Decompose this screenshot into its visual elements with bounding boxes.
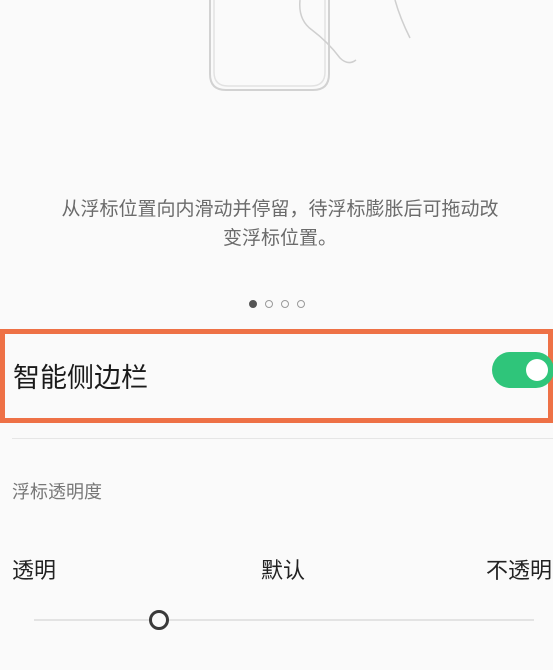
- opacity-slider-track[interactable]: [34, 619, 534, 621]
- page-dot-3[interactable]: [280, 300, 289, 308]
- page-indicator[interactable]: [0, 298, 553, 312]
- phone-hand-illustration: [209, 0, 411, 91]
- tutorial-description-line-2: 变浮标位置。: [222, 227, 337, 249]
- opacity-label-default: 默认: [261, 559, 306, 584]
- opacity-label-transparent: 透明: [12, 559, 57, 584]
- toggle-knob: [526, 359, 548, 381]
- tutorial-description: 从浮标位置向内滑动并停留，待浮标膨胀后可拖动改 变浮标位置。: [30, 195, 530, 253]
- opacity-label-opaque: 不透明: [486, 559, 553, 584]
- page-dot-2[interactable]: [264, 300, 273, 308]
- smart-sidebar-toggle[interactable]: [492, 352, 553, 388]
- float-opacity-title: 浮标透明度: [12, 482, 102, 503]
- opacity-slider-thumb[interactable]: [149, 610, 169, 630]
- divider: [12, 438, 553, 439]
- smart-sidebar-row[interactable]: 智能侧边栏: [0, 329, 553, 423]
- smart-sidebar-label: 智能侧边栏: [13, 363, 148, 394]
- tutorial-description-line-1: 从浮标位置向内滑动并停留，待浮标膨胀后可拖动改: [61, 198, 499, 220]
- page-dot-1[interactable]: [248, 300, 257, 308]
- page-dot-4[interactable]: [296, 300, 305, 308]
